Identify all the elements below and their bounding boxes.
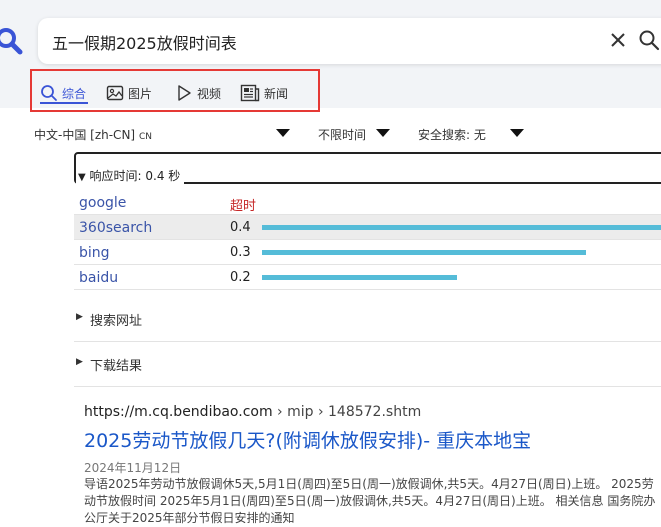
search-filters: 中文-中国 [zh-CN] CN 不限时间 安全搜索: 无: [0, 120, 661, 148]
engine-row: bing 0.3: [74, 240, 661, 265]
play-icon: [178, 85, 191, 101]
language-code: CN: [138, 132, 152, 142]
result-date: 2024年11月12日: [84, 461, 182, 475]
category-tabs: 综合 图片 视频 新闻: [30, 69, 320, 112]
clear-icon[interactable]: [608, 30, 628, 50]
result-domain: https://m.cq.bendibao.com: [84, 404, 273, 420]
engine-time: 超时: [230, 199, 257, 214]
image-icon: [106, 85, 124, 101]
news-icon: [240, 84, 260, 102]
time-dropdown-icon[interactable]: [376, 129, 390, 137]
tab-general[interactable]: 综合: [40, 83, 86, 103]
engine-time: 0.3: [230, 245, 251, 260]
tab-news-label: 新闻: [264, 86, 289, 101]
language-select[interactable]: 中文-中国 [zh-CN] CN: [34, 126, 152, 143]
search-input[interactable]: 五一假期2025放假时间表: [52, 30, 237, 54]
engine-row: google 超时: [74, 190, 661, 215]
response-time-label: 响应时间: 0.4 秒: [89, 169, 181, 183]
result-title-link[interactable]: 2025劳动节放假几天?(附调休放假安排)- 重庆本地宝: [84, 426, 661, 453]
search-urls-label: 搜索网址: [90, 314, 143, 329]
language-dropdown-icon[interactable]: [276, 129, 290, 137]
active-tab-indicator: [40, 102, 88, 104]
tab-news[interactable]: 新闻: [240, 83, 288, 103]
safe-search-select[interactable]: 安全搜索: 无: [418, 126, 486, 143]
download-results-toggle[interactable]: ▶ 下载结果: [74, 343, 661, 387]
tab-videos[interactable]: 视频: [175, 83, 221, 103]
time-range-select[interactable]: 不限时间: [318, 126, 366, 143]
collapse-triangle-icon: ▼: [78, 172, 86, 183]
response-time-toggle[interactable]: ▼ 响应时间: 0.4 秒: [76, 167, 185, 184]
engine-row: 360search 0.4: [74, 215, 661, 240]
language-label: 中文-中国 [zh-CN]: [34, 128, 136, 142]
search-submit-icon[interactable]: [638, 29, 660, 51]
engine-name[interactable]: 360search: [79, 220, 152, 236]
expand-triangle-icon: ▶: [76, 312, 83, 322]
engine-time-bar: [262, 275, 457, 280]
engine-row: baidu 0.2: [74, 265, 661, 290]
engine-name[interactable]: bing: [79, 245, 110, 261]
search-box[interactable]: 五一假期2025放假时间表: [38, 18, 661, 64]
tab-images[interactable]: 图片: [106, 83, 152, 103]
safe-search-dropdown-icon[interactable]: [510, 129, 524, 137]
search-logo-icon[interactable]: [0, 26, 24, 56]
engine-name[interactable]: google: [79, 195, 126, 211]
result-url[interactable]: https://m.cq.bendibao.com › mip › 148572…: [84, 404, 661, 420]
download-results-label: 下载结果: [90, 359, 143, 374]
tab-images-label: 图片: [128, 86, 153, 101]
search-icon: [41, 85, 57, 101]
result-path-1: › mip: [277, 404, 314, 420]
engine-time-bar: [262, 225, 661, 230]
result-path-2: › 148572.shtm: [317, 404, 422, 420]
engine-time-bar: [262, 250, 586, 255]
engine-time: 0.4: [230, 220, 251, 235]
engine-time: 0.2: [230, 270, 251, 285]
search-urls-toggle[interactable]: ▶ 搜索网址: [74, 298, 661, 342]
tab-general-label: 综合: [62, 86, 87, 101]
engine-name[interactable]: baidu: [79, 270, 118, 286]
search-result: https://m.cq.bendibao.com › mip › 148572…: [84, 404, 661, 527]
expand-triangle-icon: ▶: [76, 357, 83, 367]
tab-videos-label: 视频: [197, 86, 222, 101]
result-snippet: 导语2025年劳动节放假调休5天,5月1日(周四)至5日(周一)放假调休,共5天…: [84, 477, 656, 525]
